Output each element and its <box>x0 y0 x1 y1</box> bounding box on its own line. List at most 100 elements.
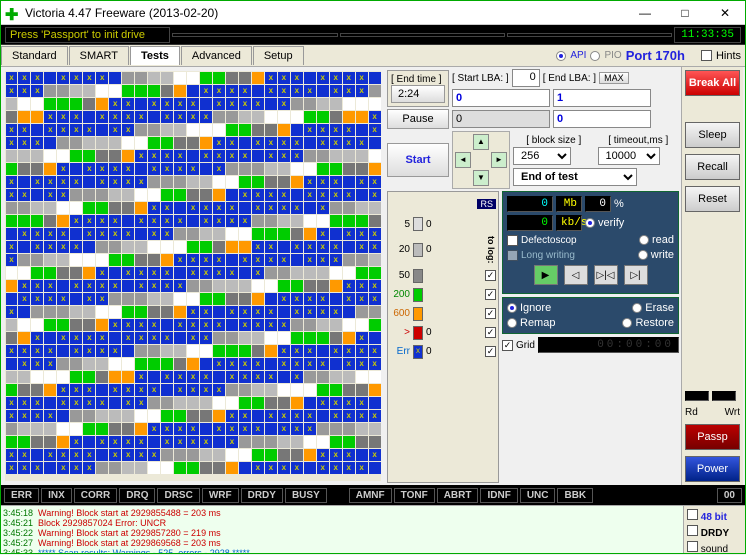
start-lba-input[interactable] <box>452 89 550 107</box>
tab-setup[interactable]: Setup <box>253 46 304 65</box>
ignore-label: Ignore <box>520 302 551 314</box>
timer: 00:00:00 <box>538 337 679 353</box>
start-button[interactable]: Start <box>387 143 449 177</box>
tab-smart[interactable]: SMART <box>69 46 129 65</box>
flag-busy: BUSY <box>285 488 327 503</box>
mb-value: 0 <box>507 196 553 212</box>
status-slot-4 <box>507 33 672 37</box>
play-button[interactable]: ▶ <box>534 265 558 285</box>
hints-label: Hints <box>716 50 741 62</box>
end-lba-label: [ End LBA: ] <box>543 73 596 84</box>
pause-button[interactable]: Pause <box>387 109 449 129</box>
sleep-button[interactable]: Sleep <box>685 122 740 148</box>
grid-label: Grid <box>516 340 535 351</box>
start-lba-label: [ Start LBA: ] <box>452 73 509 84</box>
erase-label: Erase <box>645 302 674 314</box>
power-button[interactable]: Power <box>685 456 740 482</box>
48bit-label: 48 bit <box>701 512 727 523</box>
log-area[interactable]: 3:45:18 Warning! Block start at 29298554… <box>1 506 683 553</box>
flag-drdy: DRDY <box>241 488 283 503</box>
current-lba[interactable] <box>452 110 550 128</box>
pct-value: 0 <box>585 196 611 212</box>
max-button[interactable]: MAX <box>599 72 629 84</box>
leg-5-v: 0 <box>426 219 432 230</box>
flag-inx: INX <box>41 488 72 503</box>
nav-down[interactable]: ▼ <box>473 170 489 186</box>
back-button[interactable]: ◁ <box>564 265 588 285</box>
timeout-select[interactable]: 10000 <box>598 147 660 165</box>
maximize-button[interactable]: □ <box>665 2 705 24</box>
status-slot-2 <box>172 33 337 37</box>
leg-200: 200 <box>390 289 410 300</box>
leg-5: 5 <box>390 219 410 230</box>
nav-up[interactable]: ▲ <box>473 134 489 150</box>
flag-unc: UNC <box>520 488 556 503</box>
restore-label: Restore <box>635 317 674 329</box>
leg-20-v: 0 <box>426 244 432 255</box>
status-slot-3 <box>340 33 505 37</box>
remap-radio[interactable] <box>507 318 517 328</box>
read-label: read <box>652 234 674 246</box>
port-label: Port 170h <box>626 48 685 63</box>
close-button[interactable]: ✕ <box>705 2 745 24</box>
minimize-button[interactable]: — <box>625 2 665 24</box>
restore-radio[interactable] <box>622 318 632 328</box>
passport-button[interactable]: Passp <box>685 424 740 450</box>
timeout-label: [ timeout,ms ] <box>598 135 680 146</box>
log-chk-gt[interactable] <box>485 327 496 338</box>
log-chk-200[interactable] <box>485 289 496 300</box>
write-radio[interactable] <box>638 250 648 260</box>
end-of-test-select[interactable]: End of test <box>513 168 637 186</box>
api-radio[interactable] <box>556 51 566 61</box>
skip-button[interactable]: ▷|◁ <box>594 265 618 285</box>
sound-chk[interactable] <box>687 541 698 552</box>
current-lba-2[interactable] <box>553 110 651 128</box>
log-chk-600[interactable] <box>485 308 496 319</box>
block-size-label: [ block size ] <box>513 135 595 146</box>
sound-label: sound <box>701 544 728 555</box>
surface-map: xxxxxxxxxxxxxxxxxxxxxxxxxxxxxxxxxxxxxxxx… <box>5 71 381 481</box>
reset-button[interactable]: Reset <box>685 186 740 212</box>
end-lba-input[interactable] <box>553 89 651 107</box>
end-button[interactable]: ▷| <box>624 265 648 285</box>
pio-label: PIO <box>604 50 621 61</box>
tab-tests[interactable]: Tests <box>130 46 180 65</box>
tab-advanced[interactable]: Advanced <box>181 46 252 65</box>
recall-button[interactable]: Recall <box>685 154 740 180</box>
leg-gt-v: 0 <box>426 327 432 338</box>
flag-amnf: AMNF <box>349 488 392 503</box>
log-chk-50[interactable] <box>485 270 496 281</box>
mb-unit: Mb <box>556 196 582 212</box>
drdy-chk[interactable] <box>687 525 698 536</box>
leg-err-v: 0 <box>426 346 432 357</box>
flag-wrf: WRF <box>202 488 239 503</box>
flag-bbk: BBK <box>557 488 593 503</box>
defecto-label: Defectoscop <box>521 235 577 246</box>
status-message: Press 'Passport' to init drive <box>5 27 170 43</box>
pio-radio[interactable] <box>590 51 600 61</box>
defecto-chk[interactable] <box>507 235 518 246</box>
grid-chk[interactable] <box>502 340 513 351</box>
log-chk-err[interactable] <box>485 346 496 357</box>
block-size-select[interactable]: 256 <box>513 147 571 165</box>
longwr-chk[interactable] <box>507 250 518 261</box>
leg-gt: > <box>390 327 410 338</box>
nav-left[interactable]: ◄ <box>455 152 471 168</box>
api-label: API <box>570 50 586 61</box>
48bit-chk[interactable] <box>687 509 698 520</box>
kbs-unit: kb/s <box>556 215 582 231</box>
window-title: Victoria 4.47 Freeware (2013-02-20) <box>25 6 625 20</box>
leg-50: 50 <box>390 270 410 281</box>
nav-right[interactable]: ► <box>491 152 507 168</box>
read-radio[interactable] <box>639 235 649 245</box>
verify-radio[interactable] <box>585 218 595 228</box>
tab-standard[interactable]: Standard <box>1 46 68 65</box>
pct-unit: % <box>614 198 624 210</box>
clock: 11:33:35 <box>674 27 741 43</box>
ignore-radio[interactable] <box>507 303 517 313</box>
break-all-button[interactable]: Break All <box>685 70 740 96</box>
nav-pad: ▲ ▼ ◄ ► <box>452 131 510 189</box>
erase-radio[interactable] <box>632 303 642 313</box>
hints-checkbox[interactable] <box>701 50 712 61</box>
write-label: write <box>651 249 674 261</box>
